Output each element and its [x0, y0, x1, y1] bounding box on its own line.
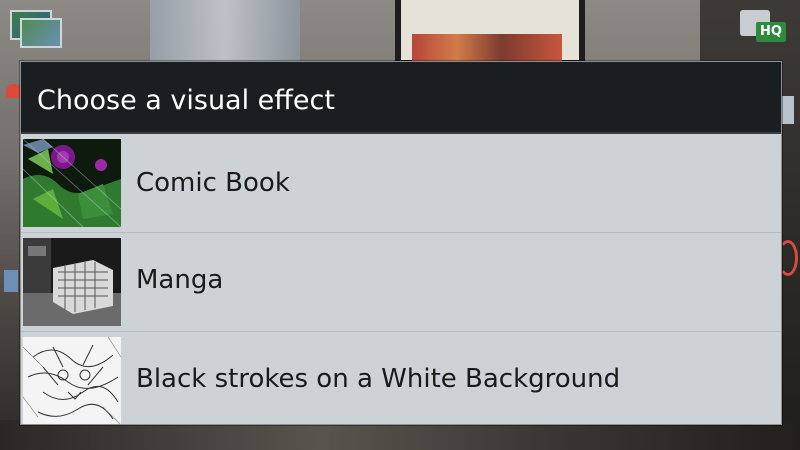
- gallery-icon[interactable]: [8, 8, 62, 48]
- effect-label: Black strokes on a White Background: [136, 364, 621, 394]
- effect-item-manga[interactable]: Manga: [21, 233, 781, 332]
- side-control-icon[interactable]: [4, 270, 18, 292]
- effect-list: Comic Book Manga Black strokes on a Whit…: [21, 134, 781, 424]
- effect-label: Comic Book: [136, 168, 290, 198]
- painting: [412, 34, 562, 62]
- black-strokes-thumbnail: [23, 337, 121, 424]
- effect-item-black-strokes[interactable]: Black strokes on a White Background: [21, 332, 781, 424]
- effect-item-comic-book[interactable]: Comic Book: [21, 134, 781, 233]
- curtain: [150, 0, 300, 70]
- manga-thumbnail: [23, 238, 121, 326]
- effect-label: Manga: [136, 265, 224, 295]
- hq-camera-icon[interactable]: HQ: [736, 6, 788, 52]
- dialog-title: Choose a visual effect: [21, 62, 781, 134]
- visual-effect-dialog: Choose a visual effect Comic Book Manga …: [20, 61, 782, 425]
- side-control-icon[interactable]: [782, 96, 794, 124]
- comic-book-thumbnail: [23, 139, 121, 227]
